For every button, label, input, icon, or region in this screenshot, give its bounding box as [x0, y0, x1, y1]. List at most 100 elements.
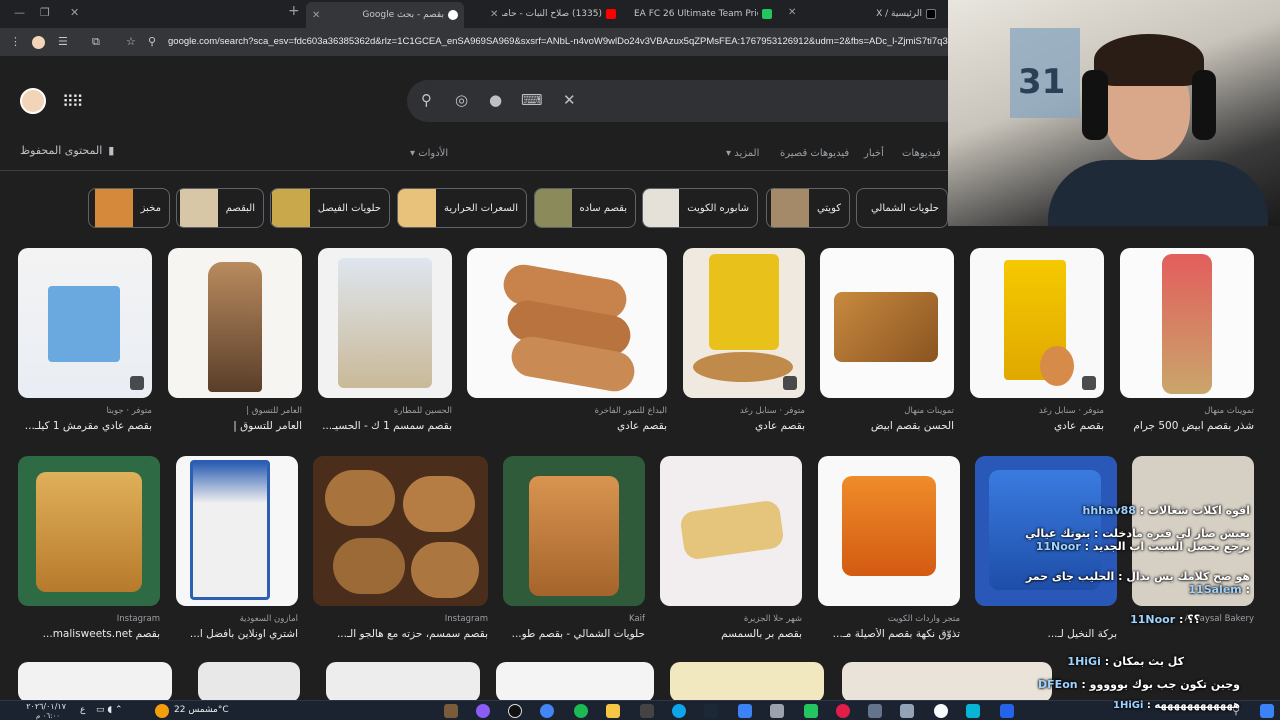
- close-tab-icon[interactable]: ✕: [788, 7, 796, 18]
- tab-google-search[interactable]: ✕ بقصم - بحث Google: [306, 2, 464, 28]
- taskbar-time[interactable]: ٠٦:٠٠ م: [36, 712, 60, 720]
- result-title[interactable]: العامر للتسوق |: [168, 420, 302, 432]
- image-result[interactable]: [496, 662, 654, 702]
- result-title[interactable]: حلويات الشمالي - بقصم طو...: [503, 628, 645, 640]
- spotify-icon[interactable]: [574, 704, 588, 718]
- chrome-icon[interactable]: [540, 704, 554, 718]
- app-icon[interactable]: [934, 704, 948, 718]
- image-result[interactable]: [467, 248, 667, 398]
- chip-bakusm[interactable]: البقصم: [176, 188, 264, 228]
- result-title[interactable]: بقصم بر بالسمسم: [660, 628, 802, 640]
- search-box[interactable]: ⚲ ◎ ● ⌨ ✕: [407, 80, 967, 122]
- result-title[interactable]: تذوّق نكهة بقصم الأصيلة مـ...: [818, 628, 960, 640]
- tools-dropdown[interactable]: ▾ الأدوات: [410, 148, 448, 159]
- taskbar-date[interactable]: ٢٠٢٦/٠١/١٧: [6, 702, 66, 711]
- extensions-icon[interactable]: ⧉: [92, 35, 100, 49]
- image-result[interactable]: [818, 456, 960, 606]
- steam-icon[interactable]: [704, 704, 718, 718]
- result-title[interactable]: بقصم عادي: [970, 420, 1104, 432]
- image-result[interactable]: [1120, 248, 1254, 398]
- chip-faisal[interactable]: حلويات الفيصل: [270, 188, 390, 228]
- image-result[interactable]: [18, 662, 172, 702]
- filter-news[interactable]: أخبار: [864, 148, 884, 159]
- app-icon[interactable]: [444, 704, 458, 718]
- apps-grid-icon[interactable]: ⠿⠿: [62, 92, 83, 111]
- app-icon[interactable]: [738, 704, 752, 718]
- image-result[interactable]: [168, 248, 302, 398]
- keyboard-icon[interactable]: ⌨: [521, 91, 543, 109]
- start-windows-icon[interactable]: [1260, 704, 1274, 718]
- minecraft-icon[interactable]: [640, 704, 654, 718]
- app-icon[interactable]: [1000, 704, 1014, 718]
- result-title[interactable]: بقصم عادي مقرمش 1 كيلـ...: [18, 420, 152, 432]
- result-title[interactable]: بركة النخيل لـ...: [975, 628, 1118, 640]
- chip-shabora[interactable]: شابوره الكويت: [642, 188, 758, 228]
- image-result[interactable]: [670, 662, 824, 702]
- chip-shamali[interactable]: حلويات الشمالي: [856, 188, 948, 228]
- microphone-icon[interactable]: ●: [489, 91, 502, 109]
- image-result[interactable]: [18, 248, 152, 398]
- menu-dots-icon[interactable]: ⋮: [10, 35, 21, 48]
- minimize-icon[interactable]: —: [14, 6, 25, 19]
- bookmark-star-icon[interactable]: ☆: [126, 35, 136, 48]
- result-title[interactable]: اشتري اونلاين بأفضل ا...: [176, 628, 298, 640]
- filter-videos[interactable]: فيديوهات: [902, 148, 941, 159]
- image-result[interactable]: [820, 248, 954, 398]
- reading-list-icon[interactable]: ☰: [58, 35, 68, 48]
- saved-content-link[interactable]: المحتوى المحفوظ ▮: [20, 144, 114, 157]
- chip-plain[interactable]: بقصم ساده: [534, 188, 636, 228]
- tray-icons[interactable]: ▭ ◖ ⌃: [96, 705, 123, 715]
- clear-search-icon[interactable]: ✕: [563, 91, 576, 109]
- copilot-icon[interactable]: [966, 704, 980, 718]
- result-title[interactable]: الحسن بقصم ابيض: [820, 420, 954, 432]
- image-result[interactable]: [970, 248, 1104, 398]
- result-title[interactable]: بقصم سمسم 1 ك - الحسيـ...: [318, 420, 452, 432]
- app-icon[interactable]: [868, 704, 882, 718]
- obs-icon[interactable]: [508, 704, 522, 718]
- result-title[interactable]: بقصم سمسم، حزته مع هالجو الـ...: [313, 628, 488, 640]
- input-language[interactable]: ع: [80, 705, 85, 715]
- image-result[interactable]: [503, 456, 645, 606]
- edge-icon[interactable]: [672, 704, 686, 718]
- result-title[interactable]: شذر بقصم ابيض 500 جرام: [1120, 420, 1254, 432]
- image-result[interactable]: [660, 456, 802, 606]
- chip-bakery[interactable]: مخبز: [88, 188, 170, 228]
- settings-gear-icon[interactable]: [900, 704, 914, 718]
- filter-shorts[interactable]: فيديوهات قصيرة: [780, 148, 849, 159]
- address-bar[interactable]: google.com/search?sca_esv=fdc603a3638536…: [168, 36, 948, 47]
- image-result[interactable]: [176, 456, 298, 606]
- image-result[interactable]: [318, 248, 452, 398]
- result-title[interactable]: بقصم malisweets.net...: [18, 628, 160, 640]
- app-icon[interactable]: [770, 704, 784, 718]
- search-icon[interactable]: ⚲: [421, 91, 432, 109]
- tab-youtube[interactable]: ✕ (1335) صلاح النبات - حامد الـ: [486, 4, 620, 24]
- account-avatar[interactable]: [20, 88, 46, 114]
- app-icon[interactable]: [836, 704, 850, 718]
- image-result[interactable]: [683, 248, 805, 398]
- site-info-icon[interactable]: ⚲: [148, 35, 156, 48]
- discord-icon[interactable]: [476, 704, 490, 718]
- tab-x[interactable]: الرئيسية / X: [870, 4, 940, 24]
- restore-icon[interactable]: ❐: [40, 6, 50, 19]
- tab-futbin[interactable]: EA FC 26 Ultimate Team Prices: [630, 4, 776, 24]
- file-explorer-icon[interactable]: [606, 704, 620, 718]
- close-window-icon[interactable]: ✕: [70, 6, 79, 19]
- taskbar-weather[interactable]: مشمس 22°C: [174, 705, 229, 715]
- image-result[interactable]: [313, 456, 488, 606]
- profile-avatar-icon[interactable]: [32, 36, 45, 49]
- close-tab-icon[interactable]: ✕: [490, 9, 498, 20]
- image-result[interactable]: [326, 662, 480, 702]
- result-title[interactable]: بقصم عادي: [467, 420, 667, 432]
- lens-icon[interactable]: ◎: [455, 91, 468, 109]
- filter-more[interactable]: ▾ المزيد: [726, 148, 759, 159]
- chip-kuwaiti[interactable]: كويتي: [766, 188, 850, 228]
- weather-sun-icon[interactable]: [155, 704, 169, 718]
- close-tab-icon[interactable]: ✕: [312, 10, 320, 21]
- result-title[interactable]: بقصم عادي: [683, 420, 805, 432]
- xbox-icon[interactable]: [804, 704, 818, 718]
- chip-calories[interactable]: السعرات الحرارية: [397, 188, 527, 228]
- image-result[interactable]: [18, 456, 160, 606]
- image-result[interactable]: [198, 662, 300, 702]
- image-result[interactable]: [842, 662, 1052, 702]
- new-tab-icon[interactable]: +: [288, 3, 300, 19]
